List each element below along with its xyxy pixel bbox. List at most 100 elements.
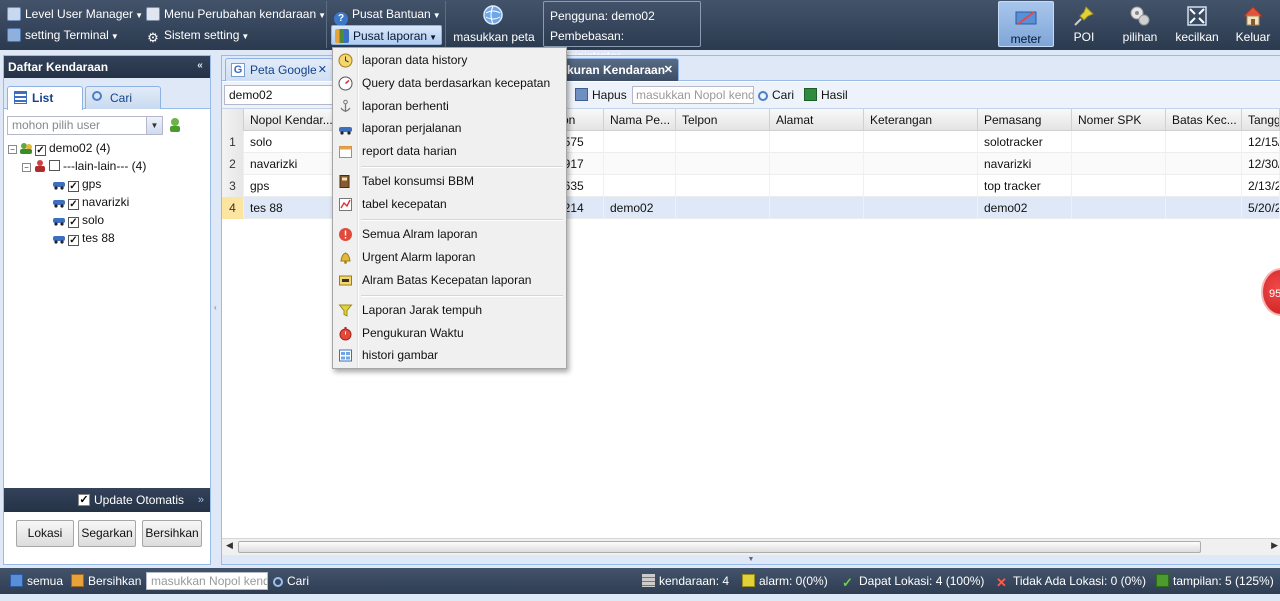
col-header-keterangan[interactable]: Keterangan [864, 109, 978, 131]
expand-icon[interactable]: » [198, 488, 204, 512]
tree-node-vehicle[interactable]: ✓ solo [8, 211, 208, 229]
collapse-panel-icon[interactable]: « [193, 59, 207, 73]
checkbox-checked[interactable]: ✓ [68, 199, 79, 210]
sistem-setting-button[interactable]: ⚙ Sistem setting ▼ [143, 25, 253, 45]
excel-export-icon [804, 88, 817, 101]
panel-splitter[interactable]: ‹ [213, 55, 219, 565]
update-otomatis-label: Update Otomatis [94, 493, 185, 507]
user-group-icon [20, 143, 32, 154]
menu-item-tabel-kecepatan[interactable]: tabel kecepatan [333, 193, 566, 216]
bottom-splitter[interactable]: ▼ [222, 555, 1280, 564]
cross-icon: ✕ [996, 575, 1007, 590]
checkbox-checked[interactable]: ✓ [68, 217, 79, 228]
alert-circle-icon [339, 228, 352, 242]
col-header-alamat[interactable]: Alamat [770, 109, 864, 131]
clear-icon [71, 574, 84, 587]
user-refresh-icon[interactable] [167, 117, 183, 133]
col-header-pemasang[interactable]: Pemasang [978, 109, 1072, 131]
col-header-batas-kec[interactable]: Batas Kec... [1166, 109, 1242, 131]
tab-peta-google[interactable]: G Peta Google ✕ [225, 58, 333, 81]
menu-item-laporan-jarak-tempuh[interactable]: Laporan Jarak tempuh [333, 299, 566, 322]
checkbox-checked[interactable]: ✓ [68, 181, 79, 192]
anchor-icon [340, 99, 351, 112]
kecilkan-button[interactable]: kecilkan [1172, 0, 1222, 48]
left-tab-strip: List Cari [4, 78, 210, 110]
tab-list[interactable]: List [7, 86, 83, 110]
status-nopol-input[interactable]: masukkan Nopol kenda [146, 572, 268, 590]
status-bersihkan-button[interactable]: Bersihkan [71, 572, 141, 590]
collapse-toggle-icon[interactable]: − [8, 145, 17, 154]
close-icon[interactable]: ✕ [664, 59, 673, 81]
google-map-icon: G [231, 63, 245, 77]
tree-node-vehicle[interactable]: ✓ tes 88 [8, 229, 208, 247]
checkbox-unchecked[interactable] [49, 160, 60, 171]
menu-item-laporan-berhenti[interactable]: laporan berhenti [333, 95, 566, 118]
menu-item-histori-gambar[interactable]: histori gambar [333, 344, 566, 367]
checkbox-checked[interactable]: ✓ [68, 235, 79, 246]
menu-item-query-kecepatan[interactable]: Query data berdasarkan kecepatan [333, 72, 566, 95]
setting-terminal-button[interactable]: setting Terminal ▼ [4, 25, 123, 45]
status-cari-button[interactable]: Cari [273, 572, 309, 590]
lokasi-button[interactable]: Lokasi [16, 520, 74, 547]
search-icon [758, 91, 768, 101]
menu-item-alram-batas-kecepatan[interactable]: Alram Batas Kecepatan laporan [333, 269, 566, 292]
col-header-tanggal[interactable]: Tangg [1242, 109, 1280, 131]
hasil-button[interactable]: Hasil [804, 86, 848, 104]
menu-item-laporan-data-history[interactable]: laporan data history [333, 49, 566, 72]
nopol-search-input[interactable]: masukkan Nopol kenda [632, 86, 754, 104]
menu-item-urgent-alarm[interactable]: Urgent Alarm laporan [333, 246, 566, 269]
bersihkan-button[interactable]: Bersihkan [142, 520, 202, 547]
search-icon [92, 91, 102, 101]
close-icon[interactable]: ✕ [318, 59, 327, 81]
row-number-header [222, 109, 244, 131]
poi-button[interactable]: POI [1062, 0, 1106, 48]
pilihan-button[interactable]: pilihan [1116, 0, 1164, 48]
meter-button[interactable]: meter [998, 1, 1054, 47]
group-user-icon [35, 160, 45, 172]
help-icon: ? [334, 12, 348, 26]
checkbox-checked[interactable]: ✓ [35, 145, 46, 156]
scroll-left-icon[interactable]: ◀ [226, 540, 233, 551]
keluar-button[interactable]: Keluar [1230, 0, 1276, 48]
scrollbar-thumb[interactable] [238, 541, 1201, 553]
scroll-right-icon[interactable]: ▶ [1271, 540, 1278, 551]
menu-item-pengukuran-waktu[interactable]: Pengukuran Waktu [333, 322, 566, 345]
tree-node-group[interactable]: − ---lain-lain--- (4) [8, 157, 208, 175]
calendar-icon [339, 146, 352, 159]
segarkan-button[interactable]: Segarkan [78, 520, 136, 547]
menu-item-laporan-perjalanan[interactable]: laporan perjalanan [333, 117, 566, 140]
cari-button[interactable]: Cari [758, 86, 794, 104]
collapse-toggle-icon[interactable]: − [22, 163, 31, 172]
tab-cari[interactable]: Cari [85, 86, 161, 109]
level-user-manager-button[interactable]: Level User Manager ▼ [4, 4, 147, 24]
image-grid-icon [339, 349, 352, 362]
update-otomatis-checkbox[interactable]: ✓ [78, 494, 90, 506]
menu-perubahan-button[interactable]: Menu Perubahan kendaraan ▼ [143, 4, 330, 24]
pusat-bantuan-button[interactable]: ? Pusat Bantuan ▼ [331, 4, 445, 26]
tampilan-count: tampilan: 5 (125%) [1156, 572, 1274, 590]
report-chart-icon [335, 29, 349, 43]
masukkan-peta-button[interactable]: masukkan peta [448, 0, 540, 48]
col-header-telpon[interactable]: Telpon [676, 109, 770, 131]
semua-button[interactable]: semua [10, 572, 63, 590]
tree-node-vehicle[interactable]: ✓ navarizki [8, 193, 208, 211]
menu-separator [333, 292, 566, 299]
user-select[interactable]: mohon pilih user ▼ [7, 116, 163, 135]
horizontal-scrollbar[interactable]: ◀ ▶ [222, 538, 1280, 555]
car-icon [53, 236, 65, 244]
vehicle-edit-icon [146, 7, 160, 21]
col-header-nomer-spk[interactable]: Nomer SPK [1072, 109, 1166, 131]
tree-node-vehicle[interactable]: ✓ gps [8, 175, 208, 193]
col-header-nama[interactable]: Nama Pe... [604, 109, 676, 131]
globe-search-icon [483, 5, 503, 25]
menu-item-tabel-konsumsi-bbm[interactable]: Tabel konsumsi BBM [333, 170, 566, 193]
pusat-laporan-button[interactable]: Pusat laporan ▼ [331, 25, 442, 45]
menu-item-semua-alram[interactable]: Semua Alram laporan [333, 223, 566, 246]
toolbar-group-admin: Level User Manager ▼ setting Terminal ▼ Me… [0, 1, 327, 48]
dapat-lokasi-count: ✓ Dapat Lokasi: 4 (100%) [842, 574, 985, 590]
chevron-down-icon[interactable]: ▼ [146, 117, 162, 134]
hapus-button[interactable]: Hapus [575, 86, 627, 104]
tree-node-root[interactable]: − ✓ demo02 (4) [8, 139, 208, 157]
grid-search-input[interactable]: demo02 [224, 85, 334, 105]
menu-item-report-data-harian[interactable]: report data harian [333, 140, 566, 163]
